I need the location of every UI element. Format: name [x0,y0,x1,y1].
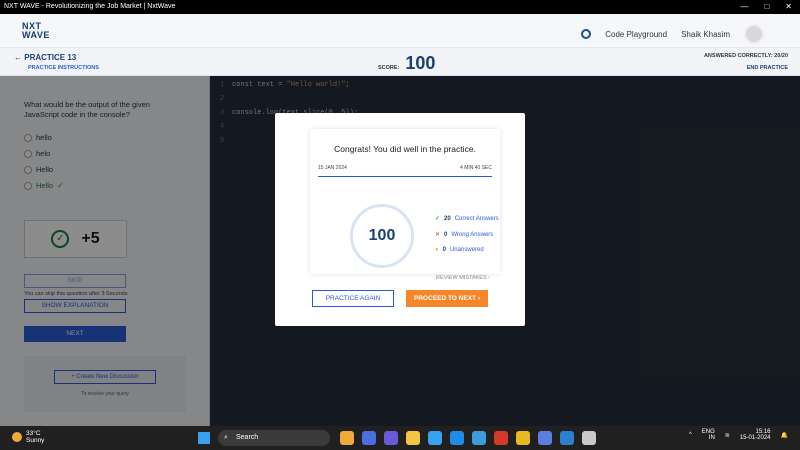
chevron-right-icon: › [488,275,490,281]
practice-instructions-link[interactable]: PRACTICE INSTRUCTIONS [28,65,99,71]
correct-label: Correct Answers [454,215,499,222]
check-icon: ✓ [435,216,441,222]
window-titlebar: NXT WAVE - Revolutionizing the Job Marke… [0,0,800,14]
wifi-icon[interactable]: ≋ [725,432,730,439]
edge-icon[interactable] [450,431,464,445]
score-label: SCORE: [378,65,400,71]
correct-stat: ✓ 20 Correct Answers [435,215,499,223]
answered-correctly: ANSWERED CORRECTLY: 20/20 [703,53,788,59]
minimize-icon[interactable]: — [740,0,748,14]
chevron-right-icon: › [477,295,480,302]
review-label: REVIEW MISTAKES [435,275,487,281]
language-indicator[interactable]: ENG IN [702,429,715,441]
unanswered-stat: ● 0 Unanswered [435,247,484,253]
timer-icon[interactable] [581,29,592,39]
app-icon[interactable] [384,431,398,445]
taskbar-apps [340,431,596,445]
practice-again-button[interactable]: PRACTICE AGAIN [312,290,394,307]
windows-start-icon[interactable] [198,432,210,444]
notifications-icon[interactable]: 🔔 [781,432,788,439]
taskbar-search[interactable]: ⌕ Search [218,430,330,446]
file-explorer-icon[interactable] [406,431,420,445]
app-icon[interactable] [472,431,486,445]
weather-temp: 33°C [26,430,41,437]
nxtwave-logo[interactable]: NXT WAVE [22,22,50,40]
date-text: 15-01-2024 [739,435,771,441]
review-mistakes-link[interactable]: REVIEW MISTAKES › [436,275,490,281]
close-icon[interactable]: ✕ [785,0,792,14]
user-name[interactable]: Shaik Khasim [681,30,730,39]
app-icon[interactable] [362,431,376,445]
dot-icon: ● [435,247,439,253]
correct-count: 20 [444,215,451,222]
results-meta: 15 JAN 2024 4 MIN 40 SEC [318,165,492,177]
results-card: Congrats! You did well in the practice. … [310,129,500,281]
chrome-icon[interactable] [516,431,530,445]
code-playground-link[interactable]: Code Playground [605,30,667,39]
app-icon[interactable] [340,431,354,445]
window-title: NXT WAVE - Revolutionizing the Job Marke… [4,3,176,10]
back-arrow-icon[interactable]: ← [14,53,22,62]
practice-title-text: PRACTICE 13 [24,53,77,62]
score-value: 100 [405,53,436,73]
unanswered-count: 0 [442,247,446,253]
unanswered-label: Unanswered [449,247,484,253]
app-icon[interactable] [582,431,596,445]
weather-desc: Sunny [26,437,45,444]
results-date: 15 JAN 2024 [318,165,347,171]
wrong-label: Wrong Answers [451,231,494,238]
app-header: NXT WAVE Code Playground Shaik Khasim [0,14,800,48]
region-text: IN [708,435,715,441]
mail-icon[interactable] [560,431,574,445]
congrats-text: Congrats! You did well in the practice. [334,144,476,154]
wrong-count: 0 [444,231,448,238]
results-duration: 4 MIN 40 SEC [460,165,492,171]
search-label: Search [236,434,259,441]
ring-score: 100 [368,227,396,244]
taskbar: 33°C Sunny ⌕ Search ^ ENG IN ≋ 15:16 15-0… [0,426,800,450]
results-modal: Congrats! You did well in the practice. … [275,113,525,326]
avatar[interactable] [744,24,764,44]
logo-line2: WAVE [22,30,50,40]
end-practice-button[interactable]: END PRACTICE [747,65,788,71]
practice-title: ← PRACTICE 13 [14,53,76,62]
proceed-next-button[interactable]: PROCEED TO NEXT › [406,290,488,307]
store-icon[interactable] [428,431,442,445]
score-ring: 100 [350,204,414,268]
score: SCORE: 100 [378,53,435,74]
practice-subheader: ← PRACTICE 13 PRACTICE INSTRUCTIONS SCOR… [0,48,800,76]
search-icon: ⌕ [224,434,228,441]
app-icon[interactable] [494,431,508,445]
clock[interactable]: 15:16 15-01-2024 [740,429,771,441]
system-tray: ^ ENG IN ≋ 15:16 15-01-2024 🔔 [689,429,788,441]
weather-widget[interactable]: 33°C Sunny [12,430,44,444]
cross-icon: ✕ [435,232,441,238]
app-icon[interactable] [538,431,552,445]
wrong-stat: ✕ 0 Wrong Answers [435,231,494,239]
sun-icon [12,432,22,442]
proceed-label: PROCEED TO NEXT [414,295,477,302]
chevron-up-icon[interactable]: ^ [689,432,692,438]
maximize-icon[interactable]: □ [764,0,769,14]
